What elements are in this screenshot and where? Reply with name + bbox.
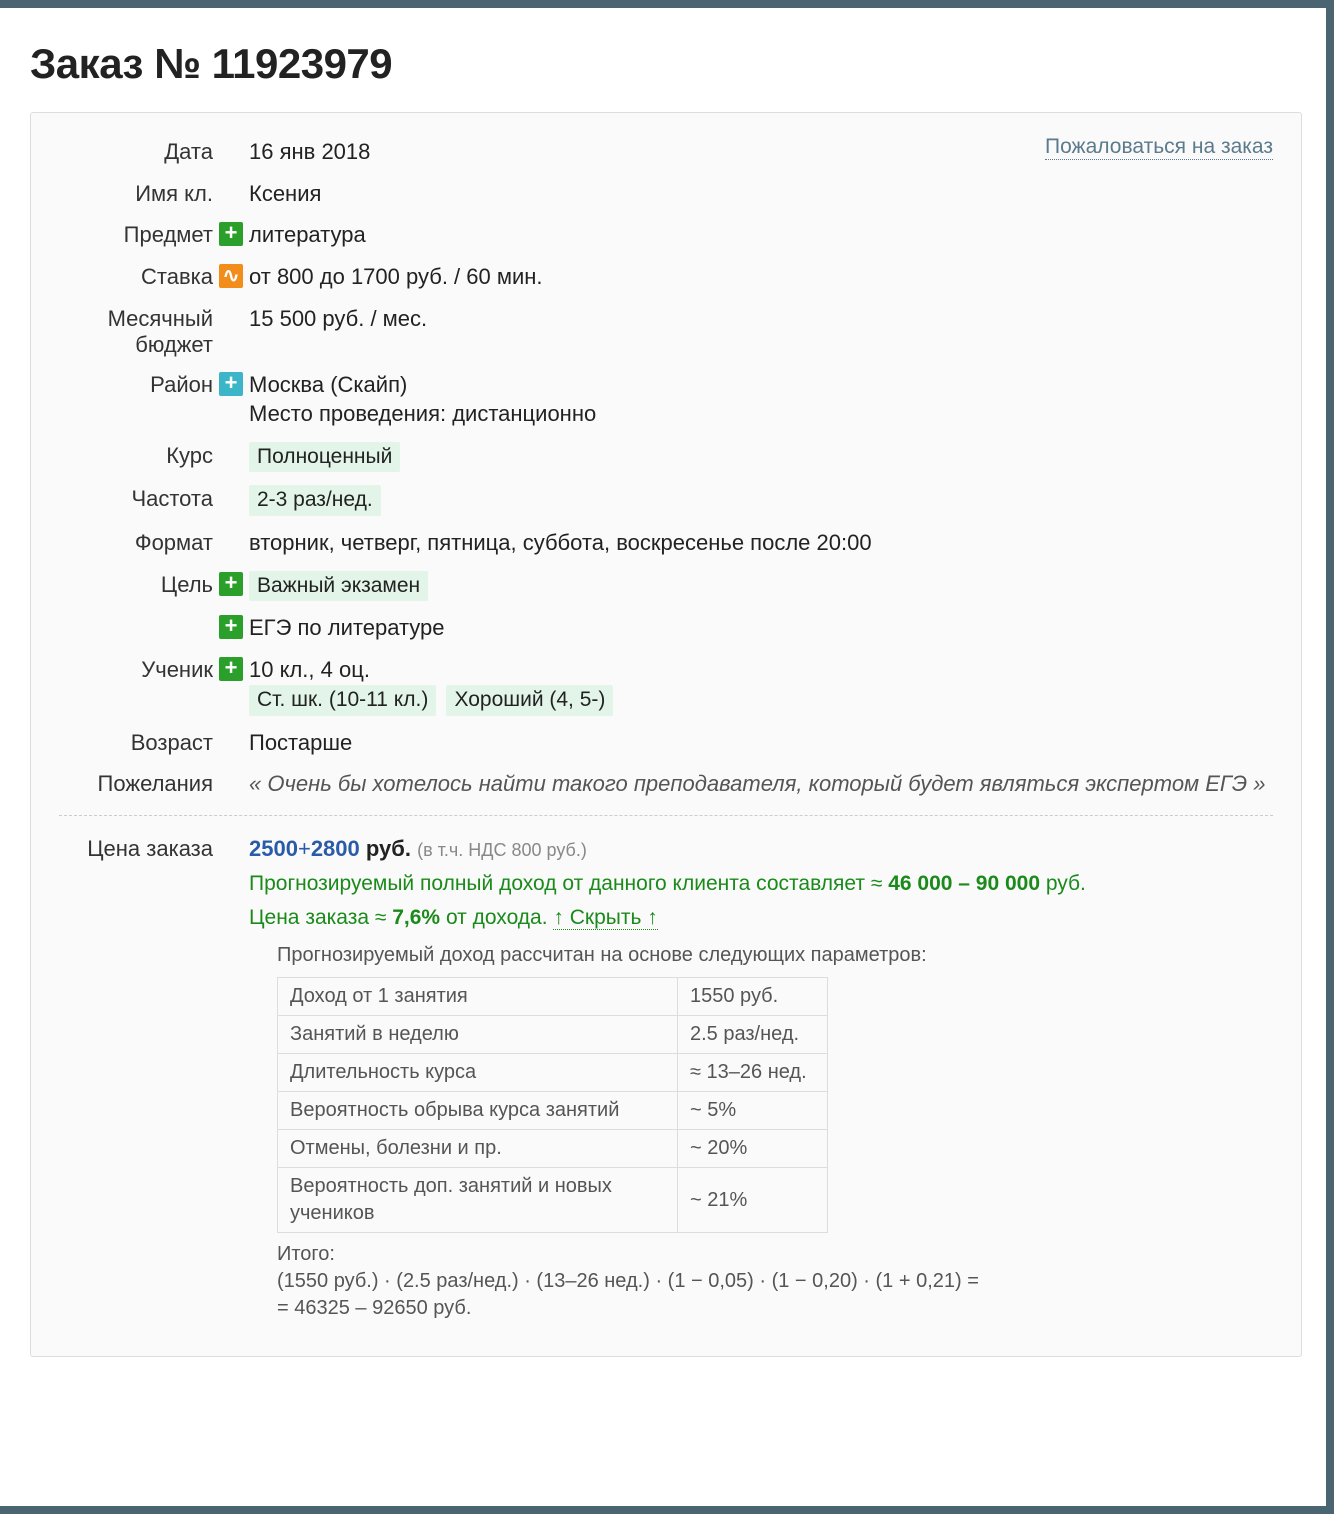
label-price: Цена заказа — [59, 834, 219, 862]
price-a: 2500 — [249, 836, 298, 861]
table-row: Вероятность обрыва курса занятий~ 5% — [278, 1092, 828, 1130]
row-goal-sub: ЕГЭ по литературе — [59, 607, 1273, 649]
hide-link[interactable]: ↑ Скрыть ↑ — [553, 906, 657, 930]
table-row: Вероятность доп. занятий и новых ученико… — [278, 1168, 828, 1233]
param-value: ~ 5% — [678, 1092, 828, 1130]
param-key: Вероятность доп. занятий и новых ученико… — [278, 1168, 678, 1233]
plus-icon — [219, 222, 243, 246]
label-budget: Месячный бюджет — [59, 304, 219, 358]
value-region: Москва (Скайп) Место проведения: дистанц… — [249, 370, 1273, 429]
forecast-block: Прогнозируемый доход рассчитан на основе… — [277, 942, 1273, 1322]
value-name: Ксения — [249, 179, 1273, 209]
value-wish: « Очень бы хотелось найти такого препода… — [249, 769, 1273, 799]
label-format: Формат — [59, 528, 219, 556]
wave-icon — [219, 264, 243, 288]
row-region: Район Москва (Скайп) Место проведения: д… — [59, 364, 1273, 435]
table-row: Занятий в неделю2.5 раз/нед. — [278, 1016, 828, 1054]
price-vat: (в т.ч. НДС 800 руб.) — [417, 840, 587, 860]
separator — [59, 815, 1273, 816]
row-student: Ученик 10 кл., 4 оц. Ст. шк. (10-11 кл.)… — [59, 649, 1273, 722]
student-main: 10 кл., 4 оц. — [249, 657, 370, 682]
order-panel: Пожаловаться на заказ Дата 16 янв 2018 И… — [30, 112, 1302, 1357]
row-age: Возраст Постарше — [59, 722, 1273, 764]
value-subject: литература — [249, 220, 1273, 250]
row-price: Цена заказа 2500+2800 руб. (в т.ч. НДС 8… — [59, 828, 1273, 1328]
plus-icon — [219, 615, 243, 639]
forecast-line-1: Прогнозируемый полный доход от данного к… — [249, 870, 1273, 898]
param-value: ≈ 13–26 нед. — [678, 1054, 828, 1092]
param-value: 1550 руб. — [678, 978, 828, 1016]
label-goal: Цель — [59, 570, 219, 598]
value-budget: 15 500 руб. / мес. — [249, 304, 1273, 334]
row-budget: Месячный бюджет 15 500 руб. / мес. — [59, 298, 1273, 364]
label-wish: Пожелания — [59, 769, 219, 797]
label-rate: Ставка — [59, 262, 219, 290]
row-rate: Ставка от 800 до 1700 руб. / 60 мин. — [59, 256, 1273, 298]
param-key: Вероятность обрыва курса занятий — [278, 1092, 678, 1130]
table-row: Отмены, болезни и пр.~ 20% — [278, 1130, 828, 1168]
value-rate: от 800 до 1700 руб. / 60 мин. — [249, 262, 1273, 292]
row-wish: Пожелания « Очень бы хотелось найти тако… — [59, 763, 1273, 805]
label-frequency: Частота — [59, 484, 219, 512]
value-goal-sub: ЕГЭ по литературе — [249, 613, 1273, 643]
param-key: Доход от 1 занятия — [278, 978, 678, 1016]
region-main: Москва (Скайп) — [249, 372, 407, 397]
label-student: Ученик — [59, 655, 219, 683]
price-plus: + — [298, 836, 311, 861]
value-age: Постарше — [249, 728, 1273, 758]
page-title: Заказ № 11923979 — [30, 40, 1302, 88]
value-format: вторник, четверг, пятница, суббота, воск… — [249, 528, 1273, 558]
tag-course: Полноценный — [249, 442, 400, 472]
formula-1: (1550 руб.) · (2.5 раз/нед.) · (13–26 не… — [277, 1268, 1273, 1295]
params-table: Доход от 1 занятия1550 руб.Занятий в нед… — [277, 977, 828, 1233]
param-key: Длительность курса — [278, 1054, 678, 1092]
complain-link[interactable]: Пожаловаться на заказ — [1045, 135, 1273, 160]
row-course: Курс Полноценный — [59, 435, 1273, 478]
label-region: Район — [59, 370, 219, 398]
label-date: Дата — [59, 137, 219, 165]
param-value: 2.5 раз/нед. — [678, 1016, 828, 1054]
row-format: Формат вторник, четверг, пятница, суббот… — [59, 522, 1273, 564]
label-name: Имя кл. — [59, 179, 219, 207]
row-subject: Предмет литература — [59, 214, 1273, 256]
table-row: Доход от 1 занятия1550 руб. — [278, 978, 828, 1016]
row-name: Имя кл. Ксения — [59, 173, 1273, 215]
tag-frequency: 2-3 раз/нед. — [249, 485, 381, 515]
price-b: 2800 — [311, 836, 360, 861]
plus-icon — [219, 657, 243, 681]
forecast-intro: Прогнозируемый доход рассчитан на основе… — [277, 942, 1273, 969]
plus-icon — [219, 372, 243, 396]
param-key: Занятий в неделю — [278, 1016, 678, 1054]
region-sub: Место проведения: дистанционно — [249, 401, 596, 426]
row-goal: Цель Важный экзамен — [59, 564, 1273, 607]
label-subject: Предмет — [59, 220, 219, 248]
param-key: Отмены, болезни и пр. — [278, 1130, 678, 1168]
row-frequency: Частота 2-3 раз/нед. — [59, 478, 1273, 521]
price-main: 2500+2800 руб. (в т.ч. НДС 800 руб.) — [249, 834, 1273, 864]
param-value: ~ 20% — [678, 1130, 828, 1168]
label-course: Курс — [59, 441, 219, 469]
tag-student-grade: Ст. шк. (10-11 кл.) — [249, 685, 436, 715]
param-value: ~ 21% — [678, 1168, 828, 1233]
formula-2: = 46325 – 92650 руб. — [277, 1295, 1273, 1322]
forecast-line-2: Цена заказа ≈ 7,6% от дохода. ↑ Скрыть ↑ — [249, 904, 1273, 932]
tag-student-level: Хороший (4, 5-) — [446, 685, 613, 715]
price-rub: руб. — [366, 836, 411, 861]
plus-icon — [219, 572, 243, 596]
label-age: Возраст — [59, 728, 219, 756]
table-row: Длительность курса≈ 13–26 нед. — [278, 1054, 828, 1092]
tag-goal: Важный экзамен — [249, 571, 428, 601]
total-label: Итого: — [277, 1241, 1273, 1268]
